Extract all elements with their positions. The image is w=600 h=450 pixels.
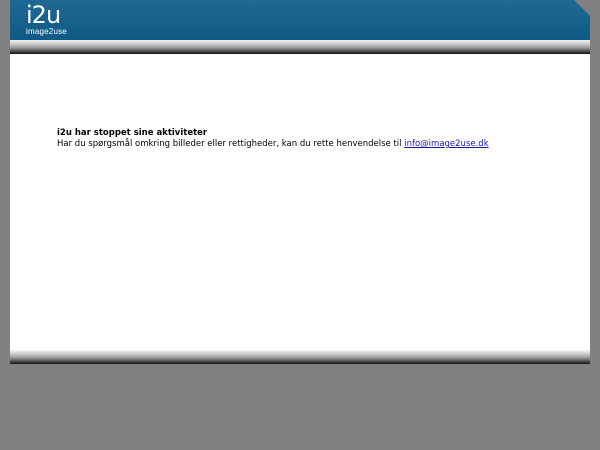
notice-message: i2u har stoppet sine aktiviteter Har du … [57, 128, 489, 150]
notice-body: Har du spørgsmål omkring billeder eller … [57, 139, 489, 150]
bottom-divider-bar [10, 350, 590, 364]
header-bar: i2u image2use [10, 0, 590, 40]
top-divider-bar [10, 40, 590, 54]
logo: i2u image2use [26, 2, 67, 36]
header-corner-decoration [574, 0, 590, 16]
email-link[interactable]: info@image2use.dk [404, 139, 488, 149]
notice-title: i2u har stoppet sine aktiviteter [57, 128, 208, 138]
content-panel: i2u har stoppet sine aktiviteter Har du … [10, 54, 590, 350]
logo-main-text: i2u [26, 1, 61, 29]
notice-body-text: Har du spørgsmål omkring billeder eller … [57, 139, 405, 149]
logo-sub-text: image2use [26, 27, 67, 36]
